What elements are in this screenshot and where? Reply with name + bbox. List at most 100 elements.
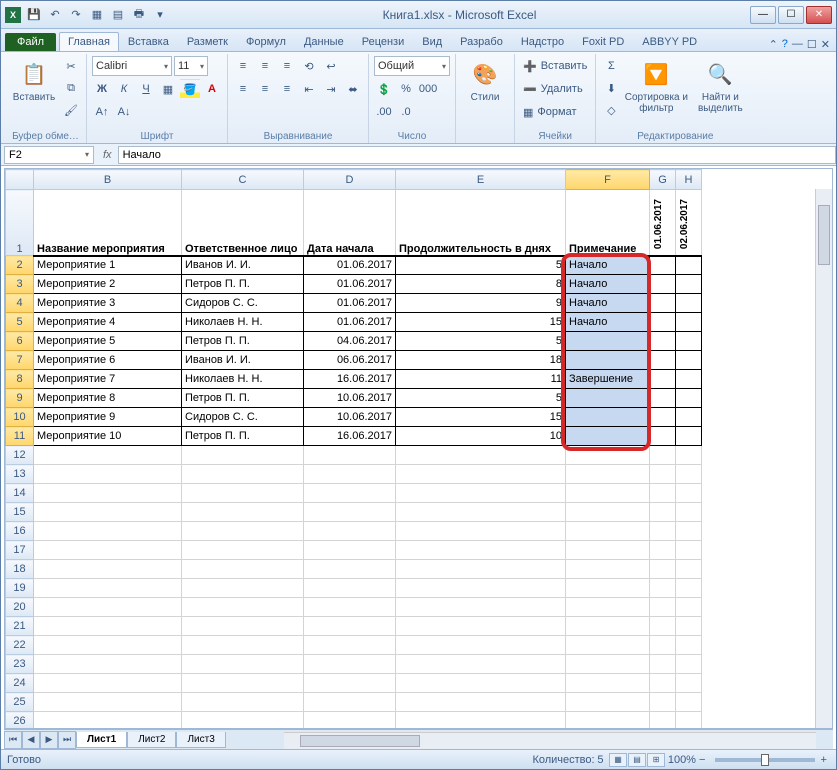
currency-icon[interactable]: 💲: [374, 79, 394, 99]
cell-G16[interactable]: [650, 522, 676, 541]
cell-B21[interactable]: [34, 617, 182, 636]
cell-F11[interactable]: [566, 427, 650, 446]
row-header-16[interactable]: 16: [6, 522, 34, 541]
cell-H3[interactable]: [676, 275, 702, 294]
comma-icon[interactable]: 000: [418, 79, 438, 99]
cell-D22[interactable]: [304, 636, 396, 655]
cell-B22[interactable]: [34, 636, 182, 655]
row-header-14[interactable]: 14: [6, 484, 34, 503]
cell-B26[interactable]: [34, 712, 182, 730]
cell-C5[interactable]: Николаев Н. Н.: [182, 313, 304, 332]
align-right-icon[interactable]: ≡: [277, 79, 297, 99]
cell-H21[interactable]: [676, 617, 702, 636]
fill-icon[interactable]: ⬇: [601, 78, 621, 98]
view-layout-icon[interactable]: ▤: [628, 753, 646, 767]
cell-G21[interactable]: [650, 617, 676, 636]
cell-E15[interactable]: [396, 503, 566, 522]
cell-H23[interactable]: [676, 655, 702, 674]
cell-C24[interactable]: [182, 674, 304, 693]
cell-H18[interactable]: [676, 560, 702, 579]
cell-F24[interactable]: [566, 674, 650, 693]
border-button[interactable]: ▦: [158, 79, 178, 99]
ribbon-tab-3[interactable]: Формул: [237, 32, 295, 51]
cell-G19[interactable]: [650, 579, 676, 598]
cell-G5[interactable]: [650, 313, 676, 332]
row-header-13[interactable]: 13: [6, 465, 34, 484]
cell-E19[interactable]: [396, 579, 566, 598]
cell-E26[interactable]: [396, 712, 566, 730]
cell-G20[interactable]: [650, 598, 676, 617]
col-header-B[interactable]: B: [34, 170, 182, 190]
col-header-E[interactable]: E: [396, 170, 566, 190]
minimize-button[interactable]: —: [750, 6, 776, 24]
cell-C15[interactable]: [182, 503, 304, 522]
cell-E18[interactable]: [396, 560, 566, 579]
cell-E5[interactable]: 15: [396, 313, 566, 332]
cell-G15[interactable]: [650, 503, 676, 522]
win-close-icon[interactable]: ✕: [821, 38, 830, 51]
cell-H10[interactable]: [676, 408, 702, 427]
cell-E12[interactable]: [396, 446, 566, 465]
cell-C10[interactable]: Сидоров С. С.: [182, 408, 304, 427]
cell-B4[interactable]: Мероприятие 3: [34, 294, 182, 313]
cell-F22[interactable]: [566, 636, 650, 655]
cell-H12[interactable]: [676, 446, 702, 465]
zoom-level[interactable]: 100%: [668, 754, 696, 766]
sheet-tab-1[interactable]: Лист2: [127, 732, 176, 748]
number-format-combo[interactable]: Общий▾: [374, 56, 450, 76]
cell-E8[interactable]: 11: [396, 370, 566, 389]
merge-icon[interactable]: ⬌: [343, 79, 363, 99]
win-restore-icon[interactable]: ☐: [807, 38, 817, 51]
align-top-icon[interactable]: ≡: [233, 56, 253, 76]
align-middle-icon[interactable]: ≡: [255, 56, 275, 76]
cell-G24[interactable]: [650, 674, 676, 693]
cell-C22[interactable]: [182, 636, 304, 655]
cell-D8[interactable]: 16.06.2017: [304, 370, 396, 389]
dec-decimal-icon[interactable]: .0: [396, 102, 416, 122]
cell-D6[interactable]: 04.06.2017: [304, 332, 396, 351]
qat-icon[interactable]: ▤: [109, 6, 127, 24]
cell-C12[interactable]: [182, 446, 304, 465]
view-normal-icon[interactable]: ▦: [609, 753, 627, 767]
cell-F1[interactable]: Примечание: [566, 190, 650, 256]
cell-H14[interactable]: [676, 484, 702, 503]
cell-C14[interactable]: [182, 484, 304, 503]
row-header-15[interactable]: 15: [6, 503, 34, 522]
cell-B11[interactable]: Мероприятие 10: [34, 427, 182, 446]
cell-C9[interactable]: Петров П. П.: [182, 389, 304, 408]
cell-B19[interactable]: [34, 579, 182, 598]
cell-F26[interactable]: [566, 712, 650, 730]
ribbon-tab-4[interactable]: Данные: [295, 32, 353, 51]
cell-H25[interactable]: [676, 693, 702, 712]
shrink-font-icon[interactable]: A↓: [114, 102, 134, 122]
row-header-10[interactable]: 10: [6, 408, 34, 427]
col-header-C[interactable]: C: [182, 170, 304, 190]
row-header-1[interactable]: 1: [6, 190, 34, 256]
select-all[interactable]: [6, 170, 34, 190]
decrease-indent-icon[interactable]: ⇤: [299, 79, 319, 99]
row-header-24[interactable]: 24: [6, 674, 34, 693]
col-header-F[interactable]: F: [566, 170, 650, 190]
zoom-slider[interactable]: [715, 758, 815, 762]
cell-F12[interactable]: [566, 446, 650, 465]
clear-icon[interactable]: ◇: [601, 100, 621, 120]
row-header-25[interactable]: 25: [6, 693, 34, 712]
cell-B24[interactable]: [34, 674, 182, 693]
cell-E25[interactable]: [396, 693, 566, 712]
cell-H4[interactable]: [676, 294, 702, 313]
row-header-26[interactable]: 26: [6, 712, 34, 730]
cell-F13[interactable]: [566, 465, 650, 484]
sheet-nav-first-icon[interactable]: ⏮: [4, 731, 22, 749]
cell-E10[interactable]: 15: [396, 408, 566, 427]
cell-G25[interactable]: [650, 693, 676, 712]
cell-E14[interactable]: [396, 484, 566, 503]
cell-F25[interactable]: [566, 693, 650, 712]
cell-C7[interactable]: Иванов И. И.: [182, 351, 304, 370]
row-header-6[interactable]: 6: [6, 332, 34, 351]
cell-D21[interactable]: [304, 617, 396, 636]
cell-H26[interactable]: [676, 712, 702, 730]
cell-B20[interactable]: [34, 598, 182, 617]
font-name-combo[interactable]: Calibri▾: [92, 56, 172, 76]
cell-C26[interactable]: [182, 712, 304, 730]
cell-D26[interactable]: [304, 712, 396, 730]
